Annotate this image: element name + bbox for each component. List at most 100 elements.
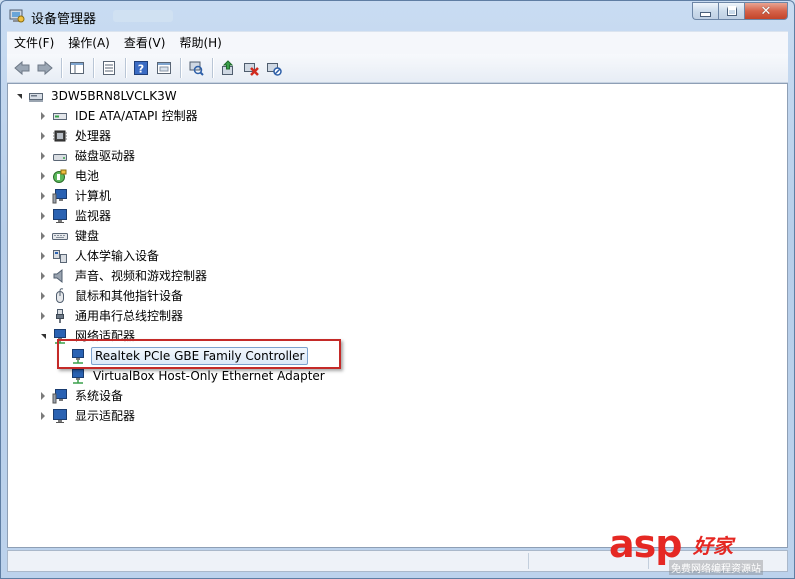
caption-buttons: ✕ xyxy=(692,2,788,20)
tree-category-battery[interactable]: 电池 xyxy=(38,167,101,185)
tree-category-usb[interactable]: 通用串行总线控制器 xyxy=(38,307,185,325)
tree-category-processor[interactable]: 处理器 xyxy=(38,127,113,145)
disable-button[interactable] xyxy=(263,57,285,79)
view-icon xyxy=(157,62,171,74)
forward-icon xyxy=(37,60,53,76)
toolbar: ? xyxy=(7,54,788,83)
expand-toggle[interactable] xyxy=(38,311,48,321)
highlight-annotation-box xyxy=(57,339,341,369)
network-card-icon xyxy=(70,368,86,384)
tree-device-virtualbox[interactable]: VirtualBox Host-Only Ethernet Adapter xyxy=(70,367,327,385)
ide-controller-icon xyxy=(52,108,68,124)
tree-category-ide[interactable]: IDE ATA/ATAPI 控制器 xyxy=(38,107,200,125)
device-label: VirtualBox Host-Only Ethernet Adapter xyxy=(93,369,325,383)
collapse-toggle[interactable] xyxy=(38,331,48,341)
expand-toggle[interactable] xyxy=(38,291,48,301)
menu-file[interactable]: 文件(F) xyxy=(7,33,61,53)
category-label: 电池 xyxy=(75,169,100,183)
expand-toggle[interactable] xyxy=(38,151,48,161)
display-adapter-icon xyxy=(52,408,68,424)
sound-icon xyxy=(52,268,68,284)
triangle-right-icon xyxy=(41,192,45,200)
back-button[interactable] xyxy=(11,57,33,79)
maximize-icon xyxy=(726,6,737,16)
disable-icon xyxy=(267,63,282,76)
category-label: 监视器 xyxy=(75,209,112,223)
maximize-button[interactable] xyxy=(718,2,744,20)
show-hide-console-tree-button[interactable] xyxy=(66,57,88,79)
triangle-down-icon xyxy=(16,93,22,99)
triangle-right-icon xyxy=(41,292,45,300)
device-manager-app-icon[interactable] xyxy=(9,8,25,24)
device-manager-window: 设备管理器 ✕ 文件(F) 操作(A) 查看(V) 帮助(H) ? 3DW5BR… xyxy=(0,0,795,579)
expand-toggle[interactable] xyxy=(38,391,48,401)
triangle-right-icon xyxy=(41,152,45,160)
expand-toggle[interactable] xyxy=(38,251,48,261)
close-button[interactable]: ✕ xyxy=(744,2,788,20)
properties-icon xyxy=(103,61,115,75)
menu-action[interactable]: 操作(A) xyxy=(61,33,117,53)
device-tree[interactable]: 3DW5BRN8LVCLK3W IDE ATA/ATAPI 控制器 处理器 磁盘… xyxy=(7,83,788,548)
expand-toggle[interactable] xyxy=(38,231,48,241)
expand-toggle[interactable] xyxy=(38,111,48,121)
menu-bar: 文件(F) 操作(A) 查看(V) 帮助(H) xyxy=(7,31,788,54)
tree-category-display[interactable]: 显示适配器 xyxy=(38,407,137,425)
tree-category-mouse[interactable]: 鼠标和其他指针设备 xyxy=(38,287,185,305)
menu-view[interactable]: 查看(V) xyxy=(117,33,173,53)
svg-text:?: ? xyxy=(138,63,144,76)
category-label: 通用串行总线控制器 xyxy=(75,309,184,323)
title-bar[interactable]: 设备管理器 ✕ xyxy=(1,1,794,31)
view-button[interactable] xyxy=(153,57,175,79)
update-driver-button[interactable] xyxy=(217,57,239,79)
back-icon xyxy=(14,60,30,76)
toolbar-separator xyxy=(61,58,62,78)
tree-category-system[interactable]: 系统设备 xyxy=(38,387,125,405)
tree-category-hid[interactable]: 人体学输入设备 xyxy=(38,247,161,265)
collapse-root-toggle[interactable] xyxy=(14,91,24,101)
expand-toggle[interactable] xyxy=(38,191,48,201)
category-label: 处理器 xyxy=(75,129,112,143)
triangle-right-icon xyxy=(41,132,45,140)
scan-hardware-button[interactable] xyxy=(185,57,207,79)
category-label: 键盘 xyxy=(75,229,100,243)
expand-toggle[interactable] xyxy=(38,271,48,281)
monitor-icon xyxy=(52,208,68,224)
window-title: 设备管理器 xyxy=(31,12,97,27)
tree-category-disk[interactable]: 磁盘驱动器 xyxy=(38,147,137,165)
console-tree-icon xyxy=(70,62,84,74)
category-label: IDE ATA/ATAPI 控制器 xyxy=(75,109,198,123)
expand-toggle[interactable] xyxy=(38,171,48,181)
minimize-button[interactable] xyxy=(692,2,718,20)
category-label: 系统设备 xyxy=(75,389,124,403)
toolbar-separator xyxy=(125,58,126,78)
expand-toggle[interactable] xyxy=(38,411,48,421)
expand-toggle[interactable] xyxy=(38,131,48,141)
toolbar-separator xyxy=(212,58,213,78)
usb-icon xyxy=(52,308,68,324)
category-label: 显示适配器 xyxy=(75,409,136,423)
triangle-right-icon xyxy=(41,252,45,260)
triangle-right-icon xyxy=(41,412,45,420)
help-button[interactable]: ? xyxy=(130,57,152,79)
tree-root[interactable]: 3DW5BRN8LVCLK3W xyxy=(14,87,179,105)
tree-category-computer[interactable]: 计算机 xyxy=(38,187,113,205)
uninstall-button[interactable] xyxy=(240,57,262,79)
properties-button[interactable] xyxy=(98,57,120,79)
blurred-title-area xyxy=(113,10,173,22)
tree-category-keyboard[interactable]: 键盘 xyxy=(38,227,101,245)
watermark-subtitle: 免费网络编程资源站 xyxy=(669,560,763,575)
forward-button[interactable] xyxy=(34,57,56,79)
computer-root-icon xyxy=(28,88,44,104)
toolbar-separator xyxy=(93,58,94,78)
menu-help[interactable]: 帮助(H) xyxy=(172,33,228,53)
tree-category-sound[interactable]: 声音、视频和游戏控制器 xyxy=(38,267,209,285)
watermark-logo: asp 好家 免费网络编程资源站 xyxy=(609,522,784,575)
tree-category-monitor[interactable]: 监视器 xyxy=(38,207,113,225)
triangle-right-icon xyxy=(41,272,45,280)
toolbar-separator xyxy=(180,58,181,78)
system-device-icon xyxy=(52,388,68,404)
computer-icon xyxy=(52,188,68,204)
expand-toggle[interactable] xyxy=(38,211,48,221)
category-label: 磁盘驱动器 xyxy=(75,149,136,163)
uninstall-icon xyxy=(244,63,259,76)
